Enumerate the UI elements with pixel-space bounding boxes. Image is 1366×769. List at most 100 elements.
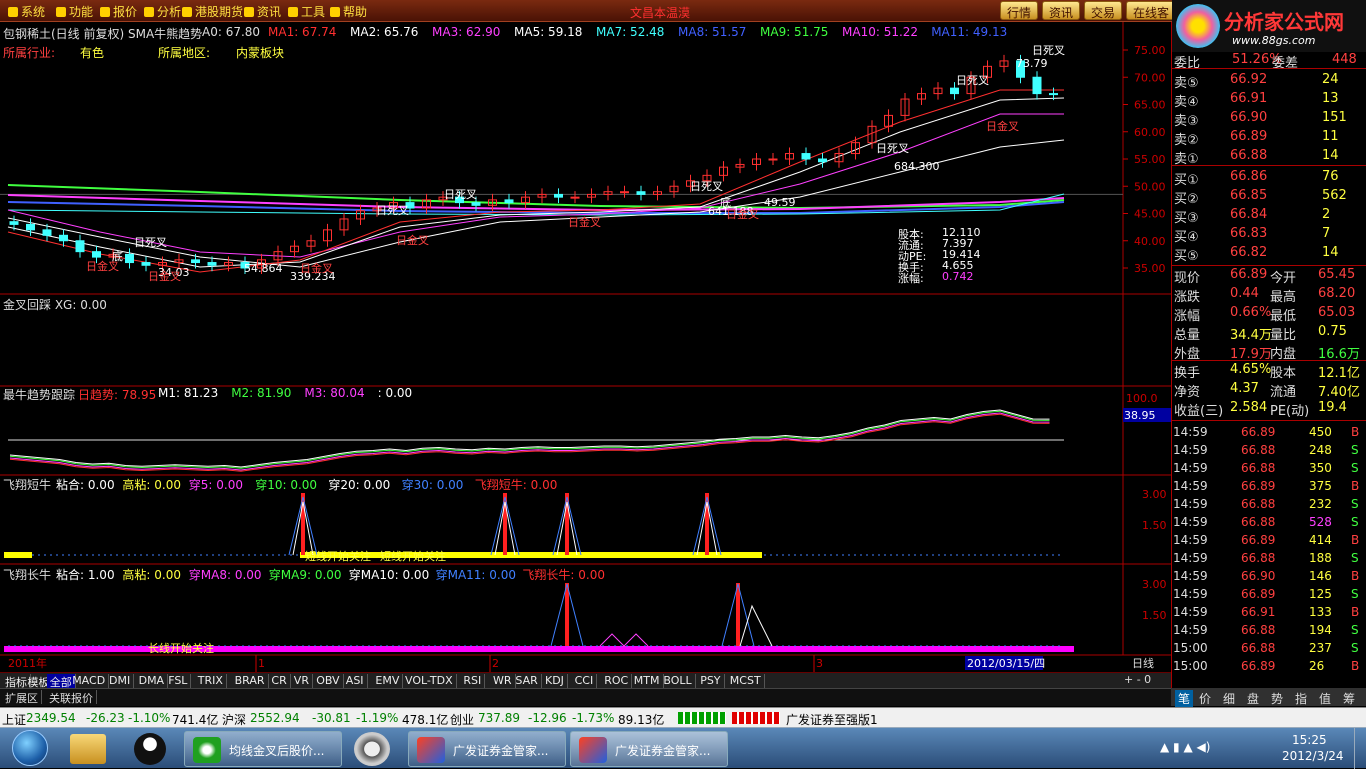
- right-tab[interactable]: 值: [1319, 690, 1331, 707]
- extra-bar: 扩展区 关联报价: [0, 688, 1171, 706]
- menu-system[interactable]: 系统: [8, 3, 45, 20]
- buy-level-row-cell: 买①: [1174, 173, 1199, 188]
- tick-row: 14:59 66.88 232 S: [1171, 497, 1366, 515]
- tick-cell: S: [1351, 551, 1359, 565]
- quote-field-row-cell: 66.89: [1230, 267, 1268, 282]
- time-label-3: 3: [816, 657, 823, 670]
- main-chart-title: 包钢稀土(日线 前复权) SMA牛熊趋势: [3, 27, 203, 41]
- right-tab[interactable]: 盘: [1247, 690, 1259, 707]
- tick-cell: 66.89: [1241, 659, 1276, 673]
- indicator-tab[interactable]: MCST: [727, 674, 765, 688]
- tray-icons[interactable]: ▲ ▮ ▲ ◀): [1160, 740, 1210, 754]
- right-tab[interactable]: 筹: [1343, 690, 1355, 707]
- tick-cell: 66.89: [1241, 587, 1276, 601]
- tab-trade[interactable]: 交易: [1084, 1, 1123, 20]
- indicator-tab[interactable]: BRAR: [232, 674, 269, 688]
- tick-row: 15:00 66.89 26 B: [1171, 659, 1366, 677]
- p3-ytick-100: 100.0: [1126, 392, 1158, 405]
- start-button[interactable]: [12, 730, 48, 766]
- menu-icon: [288, 7, 298, 17]
- menu-hk-futures[interactable]: 港股期货: [182, 3, 243, 20]
- ma-legend-item: MA11: 49.13: [931, 25, 1008, 39]
- indicator-tab[interactable]: RSI: [460, 674, 486, 688]
- indicator-tab[interactable]: PSY: [697, 674, 725, 688]
- right-tab[interactable]: 势: [1271, 690, 1283, 707]
- tick-cell: S: [1351, 461, 1359, 475]
- menu-label: 港股期货: [195, 5, 244, 19]
- stat-value: 0.742: [942, 270, 974, 283]
- show-desktop-button[interactable]: [1354, 728, 1366, 769]
- indicator-tab[interactable]: FSL: [165, 674, 192, 688]
- indicator-tab[interactable]: OBV: [313, 674, 344, 688]
- tab-news[interactable]: 资讯: [1042, 1, 1081, 20]
- quote-field-row-cell: 0.44: [1230, 286, 1259, 301]
- qq-icon[interactable]: [134, 733, 166, 765]
- indicator-tab[interactable]: DMI: [106, 674, 135, 688]
- right-tab[interactable]: 价: [1199, 690, 1211, 707]
- sell-level-row: 卖⑤ 66.92 24: [1172, 72, 1366, 91]
- panel3-legend-item: M1: 81.23: [158, 386, 219, 400]
- p5-ytick-15: 1.50: [1142, 609, 1167, 622]
- indicator-tab[interactable]: MTM: [631, 674, 664, 688]
- tab-extension[interactable]: 扩展区: [2, 690, 42, 705]
- tick-cell: S: [1351, 497, 1359, 511]
- tab-related-quote[interactable]: 关联报价: [46, 690, 97, 705]
- indicator-tab[interactable]: MACD: [69, 674, 110, 688]
- signal-label: 底: [720, 196, 731, 209]
- indicator-tab[interactable]: CCI: [572, 674, 598, 688]
- main-ytick: 75.00: [1134, 44, 1166, 57]
- quote-field-row-cell: 65.03: [1318, 305, 1356, 320]
- indicator-tab[interactable]: DMA: [136, 674, 169, 688]
- signal-label: 日死叉: [444, 188, 477, 201]
- zoom-controls[interactable]: + - 0: [1124, 673, 1151, 686]
- sell-level-row-cell: 卖⑤: [1174, 76, 1199, 91]
- broker-name: 广发证券至强版1: [786, 713, 878, 727]
- sell-level-row-cell: 13: [1322, 91, 1339, 106]
- indicator-tab[interactable]: VOL-TDX: [402, 674, 457, 688]
- tick-cell: B: [1351, 479, 1360, 493]
- media-player-icon[interactable]: [354, 732, 390, 766]
- indicator-tab[interactable]: VR: [291, 674, 313, 688]
- sell-level-row-cell: 11: [1322, 129, 1339, 144]
- indicator-tab[interactable]: CR: [268, 674, 291, 688]
- menu-function[interactable]: 功能: [56, 3, 93, 20]
- menu-news[interactable]: 资讯: [244, 3, 281, 20]
- indicator-tab[interactable]: TRIX: [195, 674, 227, 688]
- right-tab[interactable]: 笔: [1175, 690, 1194, 707]
- taskbar-task-gf1[interactable]: 广发证券金管家...: [408, 731, 566, 767]
- ma-legend-item: MA7: 52.48: [596, 25, 665, 39]
- indicator-tab[interactable]: KDJ: [542, 674, 568, 688]
- tick-row: 14:59 66.89 125 S: [1171, 587, 1366, 605]
- indicator-tab[interactable]: ROC: [601, 674, 633, 688]
- sell-level-row-cell: 66.91: [1230, 91, 1268, 106]
- panel3-title: 最牛趋势跟踪: [3, 388, 76, 402]
- sh-change: -26.23: [86, 711, 125, 725]
- taskbar-task-gf2[interactable]: 广发证券金管家...: [570, 731, 728, 767]
- region-label: 所属地区:: [158, 46, 211, 60]
- menu-icon: [100, 7, 110, 17]
- ma-legend-item: MA1: 67.74: [268, 25, 337, 39]
- tab-online[interactable]: 在线客: [1126, 1, 1177, 20]
- market-breadth-down-icon: [732, 712, 780, 724]
- tab-market[interactable]: 行情: [1000, 1, 1039, 20]
- indicator-tab[interactable]: EMV: [372, 674, 404, 688]
- explorer-icon[interactable]: [70, 734, 106, 764]
- indicator-tab[interactable]: BOLL: [660, 674, 696, 688]
- menu-tools[interactable]: 工具: [288, 3, 325, 20]
- panel3-legend-item: M3: 80.04: [304, 386, 365, 400]
- menu-analysis[interactable]: 分析: [144, 3, 181, 20]
- clock-time: 15:25: [1292, 733, 1327, 747]
- main-ytick: 65.00: [1134, 99, 1166, 112]
- indicator-tab[interactable]: SAR: [512, 674, 542, 688]
- menu-icon: [144, 7, 154, 17]
- quote-field-row-cell: 量比: [1270, 328, 1297, 343]
- tick-cell: 14:59: [1173, 425, 1208, 439]
- right-tab[interactable]: 指: [1295, 690, 1307, 707]
- menu-help[interactable]: 帮助: [330, 3, 367, 20]
- quote-field-row-cell: 现价: [1174, 271, 1201, 286]
- taskbar-task-browser[interactable]: 均线金叉后股价...: [184, 731, 342, 767]
- menu-quote[interactable]: 报价: [100, 3, 137, 20]
- right-tab[interactable]: 细: [1223, 690, 1235, 707]
- tick-cell: B: [1351, 533, 1360, 547]
- indicator-tab[interactable]: ASI: [343, 674, 368, 688]
